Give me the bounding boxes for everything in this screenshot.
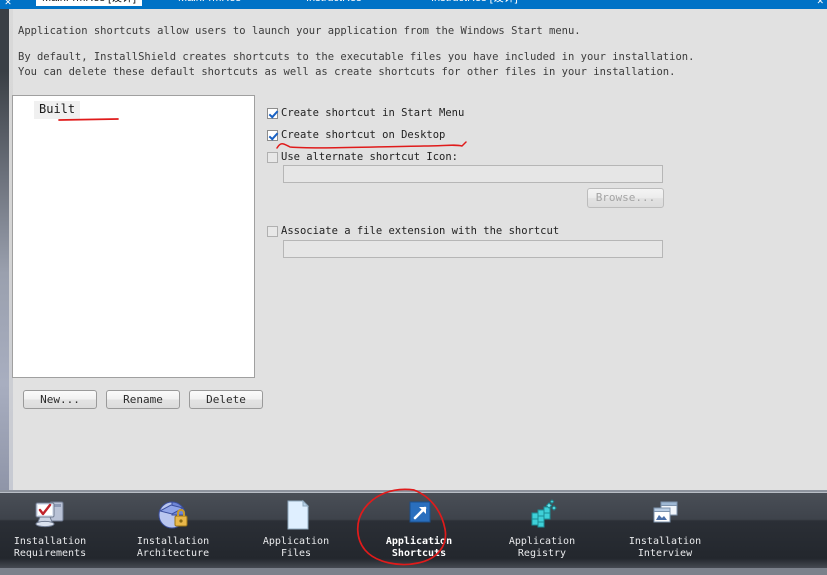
installshield-application-shortcuts-screen: ✕ MainFrmRes [设计] MainFrmRes InstructRes… (0, 0, 827, 575)
left-rail (0, 9, 9, 490)
windows-stack-icon (647, 499, 683, 532)
nav-label-line1: Installation (136, 536, 210, 547)
nav-label-line1: Application (508, 536, 576, 547)
list-item[interactable]: Built (34, 101, 81, 119)
use-alternate-icon-label: Use alternate shortcut Icon: (281, 151, 459, 163)
nav-label-line1: Application (262, 536, 330, 547)
nav-label-line1: Application (385, 536, 453, 547)
nav-label-line2: Shortcuts (391, 548, 447, 559)
nav-item-installation-interview[interactable]: Installation Interview (605, 497, 725, 560)
computer-check-icon (32, 499, 68, 532)
nav-label-line2: Requirements (13, 548, 87, 559)
use-alternate-icon-checkbox[interactable] (267, 152, 278, 163)
document-icon (278, 499, 314, 532)
rename-button[interactable]: Rename (106, 390, 180, 409)
create-shortcut-desktop-checkbox[interactable] (267, 130, 278, 141)
tab-mainfrmres[interactable]: MainFrmRes (172, 0, 247, 6)
shortcut-arrow-icon (401, 499, 437, 532)
tab-mainfrmres-design[interactable]: MainFrmRes [设计] (36, 0, 143, 6)
nav-label-line1: Installation (13, 536, 87, 547)
create-shortcut-start-menu-checkbox[interactable] (267, 108, 278, 119)
new-button[interactable]: New... (23, 390, 97, 409)
create-shortcut-start-menu-row[interactable]: Create shortcut in Start Menu (267, 106, 464, 121)
nav-label-line2: Files (280, 548, 312, 559)
description-line-2: By default, InstallShield creates shortc… (18, 51, 695, 63)
close-icon[interactable]: ✕ (816, 0, 824, 7)
bottom-nav-bar: Installation Requirements Installation A… (0, 490, 827, 575)
nav-item-application-files[interactable]: Application Files (236, 497, 356, 560)
browse-button[interactable]: Browse... (587, 188, 664, 208)
create-shortcut-desktop-row[interactable]: Create shortcut on Desktop (267, 128, 445, 143)
create-shortcut-desktop-label: Create shortcut on Desktop (281, 129, 446, 141)
shortcut-list[interactable]: Built (12, 95, 255, 378)
associate-file-extension-checkbox[interactable] (267, 226, 278, 237)
nav-item-application-registry[interactable]: Application Registry (482, 497, 602, 560)
description-line-1: Application shortcuts allow users to lau… (18, 25, 581, 37)
list-button-row: New... Rename Delete (12, 378, 263, 409)
registry-blocks-icon (524, 499, 560, 532)
editor-tab-strip: ✕ MainFrmRes [设计] MainFrmRes InstructRes… (0, 0, 827, 9)
tab-instructres[interactable]: InstructRes (300, 0, 368, 6)
nav-top-divider (0, 492, 827, 493)
pie-lock-icon (155, 499, 191, 532)
description-line-3: You can delete these default shortcuts a… (18, 66, 676, 78)
nav-label-line2: Architecture (136, 548, 210, 559)
nav-item-application-shortcuts[interactable]: Application Shortcuts (359, 497, 479, 560)
delete-button[interactable]: Delete (189, 390, 263, 409)
use-alternate-icon-row[interactable]: Use alternate shortcut Icon: (267, 150, 458, 165)
file-extension-field[interactable] (283, 240, 663, 258)
nav-label-line2: Interview (637, 548, 693, 559)
nav-item-installation-requirements[interactable]: Installation Requirements (0, 497, 110, 560)
bottom-strip (0, 568, 827, 575)
tab-instructres-design[interactable]: InstructRes [设计] (425, 0, 524, 6)
nav-item-installation-architecture[interactable]: Installation Architecture (113, 497, 233, 560)
nav-label-line1: Installation (628, 536, 702, 547)
associate-file-extension-row[interactable]: Associate a file extension with the shor… (267, 224, 559, 239)
alternate-icon-path-field[interactable] (283, 165, 663, 183)
create-shortcut-start-menu-label: Create shortcut in Start Menu (281, 107, 465, 119)
tab-strip-app-icon: ✕ (4, 0, 12, 7)
associate-file-extension-label: Associate a file extension with the shor… (281, 225, 560, 237)
nav-label-line2: Registry (517, 548, 567, 559)
